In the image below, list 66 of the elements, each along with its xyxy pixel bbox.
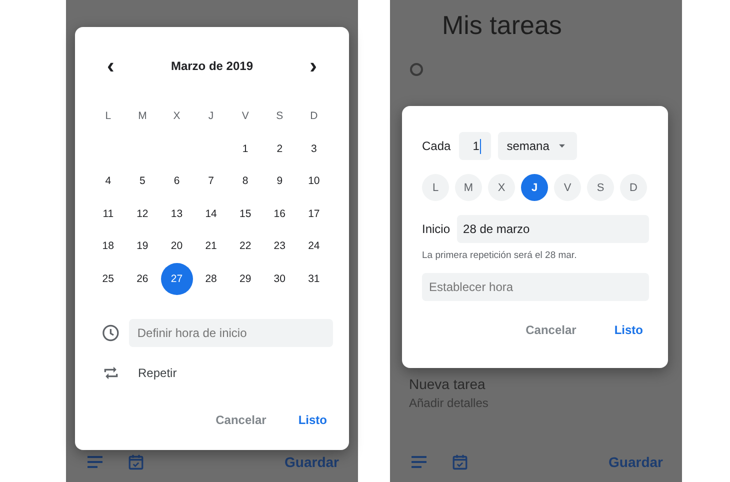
calendar-day[interactable]: 14 (195, 198, 228, 230)
interval-field[interactable]: 1 (458, 132, 491, 160)
done-button[interactable]: Listo (292, 409, 333, 431)
weekday-label: X (172, 109, 182, 124)
cancel-button[interactable]: Cancelar (210, 409, 272, 431)
calendar-day[interactable]: 4 (92, 165, 124, 198)
weekday-label: S (275, 109, 284, 124)
done-button[interactable]: Listo (608, 319, 649, 341)
cancel-button[interactable]: Cancelar (520, 319, 582, 341)
task-checkbox[interactable] (410, 63, 423, 76)
weekday-label: L (104, 109, 112, 124)
calendar-day[interactable]: 18 (92, 230, 124, 262)
calendar-day[interactable]: 8 (229, 165, 262, 198)
calendar-check-icon[interactable] (451, 452, 469, 472)
calendar-day[interactable]: 10 (298, 165, 330, 198)
calendar-day[interactable]: 24 (298, 230, 330, 262)
calendar-day[interactable]: 3 (298, 132, 330, 165)
calendar-day[interactable]: 6 (160, 165, 193, 198)
calendar-day[interactable]: 30 (264, 262, 296, 295)
calendar-day[interactable]: 5 (126, 165, 158, 198)
weekday-chip[interactable]: V (554, 174, 581, 201)
calendar-day[interactable]: 17 (298, 198, 330, 230)
unit-dropdown[interactable]: semana (498, 132, 577, 160)
weekday-label: J (207, 109, 215, 124)
calendar-check-icon[interactable] (127, 452, 145, 472)
next-month-button[interactable]: › (306, 55, 321, 77)
calendar-day[interactable]: 31 (298, 262, 330, 295)
start-label: Inicio (422, 222, 450, 236)
calendar-day[interactable]: 22 (229, 230, 262, 262)
calendar-day[interactable]: 7 (195, 165, 228, 198)
calendar-day[interactable]: 11 (92, 198, 124, 230)
previous-month-button[interactable]: ‹ (103, 55, 118, 77)
clock-icon (101, 323, 120, 343)
calendar-day[interactable]: 15 (229, 198, 262, 230)
weekday-chip[interactable]: L (422, 174, 449, 201)
calendar-day[interactable]: 23 (264, 230, 296, 262)
calendar-day[interactable]: 27 (160, 262, 193, 295)
time-field[interactable]: Establecer hora (422, 273, 649, 301)
calendar-day[interactable]: 12 (126, 198, 158, 230)
weekday-chip[interactable]: M (455, 174, 482, 201)
weekday-chip[interactable]: D (620, 174, 647, 201)
month-title: Marzo de 2019 (170, 59, 254, 73)
start-date-field[interactable]: 28 de marzo (457, 215, 649, 243)
weekday-label: M (137, 109, 148, 124)
list-title: Mis tareas (442, 10, 562, 40)
calendar-day[interactable]: 29 (229, 262, 262, 295)
every-label: Cada (422, 139, 451, 153)
weekday-chip[interactable]: X (488, 174, 515, 201)
repeat-hint: La primera repetición será el 28 mar. (422, 250, 578, 261)
calendar-day[interactable]: 20 (160, 230, 193, 262)
weekday-label: V (240, 109, 250, 124)
calendar-day[interactable]: 13 (160, 198, 193, 230)
weekday-label: D (309, 109, 319, 124)
calendar-day[interactable]: 19 (126, 230, 158, 262)
calendar-day[interactable]: 1 (229, 132, 262, 165)
calendar-day[interactable]: 25 (92, 262, 124, 295)
calendar-day[interactable]: 9 (264, 165, 296, 198)
calendar-day[interactable]: 26 (126, 262, 158, 295)
weekday-chip[interactable]: S (587, 174, 614, 201)
calendar-day[interactable]: 28 (195, 262, 228, 295)
start-time-field[interactable]: Definir hora de inicio (129, 319, 333, 347)
calendar-day[interactable]: 2 (264, 132, 296, 165)
calendar-day[interactable]: 16 (264, 198, 296, 230)
weekday-chip[interactable]: J (521, 174, 548, 201)
calendar-day[interactable]: 21 (195, 230, 228, 262)
repeat-option[interactable]: Repetir (130, 366, 177, 380)
